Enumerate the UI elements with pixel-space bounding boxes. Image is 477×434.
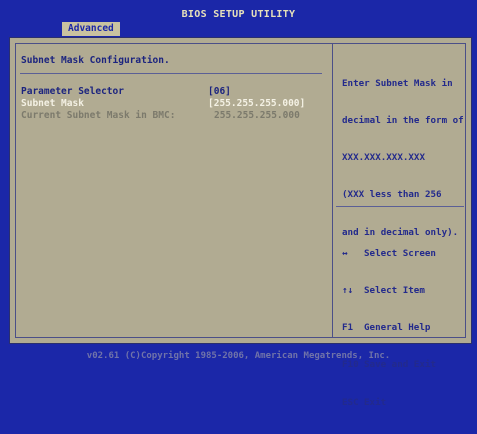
key-row: ↑↓ Select Item <box>342 285 436 297</box>
parameter-selector-value[interactable]: [06] <box>208 86 231 97</box>
key-action: Exit <box>364 396 387 408</box>
key-action: Select Screen <box>364 247 436 259</box>
key-action: Select Item <box>364 285 425 297</box>
help-line: (XXX less than 256 <box>342 189 442 201</box>
current-subnet-mask-value: 255.255.255.000 <box>214 110 300 121</box>
subnet-mask-value[interactable]: [255.255.255.000] <box>208 98 305 109</box>
key-action: General Help <box>364 322 431 334</box>
key-row: F1 General Help <box>342 322 436 334</box>
key-row: F10 Save and Exit <box>342 359 436 371</box>
key-legend: ↔ Select Screen ↑↓ Select Item F1 General H… <box>342 223 436 434</box>
arrows-vertical-icon: ↑↓ <box>342 285 354 297</box>
help-line: decimal in the form of <box>342 115 464 127</box>
bios-title: BIOS SETUP UTILITY <box>181 9 296 20</box>
section-divider <box>20 73 322 74</box>
help-line: Enter Subnet Mask in <box>342 77 453 89</box>
parameter-selector-label[interactable]: Parameter Selector <box>21 86 124 97</box>
key-row: ESC Exit <box>342 397 436 409</box>
section-title: Subnet Mask Configuration. <box>21 55 170 66</box>
tab-advanced[interactable]: Advanced <box>62 22 120 36</box>
key-row: ↔ Select Screen <box>342 248 436 260</box>
current-subnet-mask-label: Current Subnet Mask in BMC: <box>21 110 176 121</box>
key-action: Save and Exit <box>364 359 436 371</box>
subnet-mask-label[interactable]: Subnet Mask <box>21 98 84 109</box>
main-panel: Subnet Mask Configuration. Parameter Sel… <box>9 37 472 408</box>
copyright-footer: v02.61 (C)Copyright 1985-2006, American … <box>86 351 391 361</box>
key-f1: F1 <box>342 322 354 334</box>
key-esc: ESC <box>342 396 359 408</box>
key-f10: F10 <box>342 359 359 371</box>
help-line: XXX.XXX.XXX.XXX <box>342 152 425 164</box>
arrows-horizontal-icon: ↔ <box>342 247 348 259</box>
column-divider <box>332 43 333 338</box>
